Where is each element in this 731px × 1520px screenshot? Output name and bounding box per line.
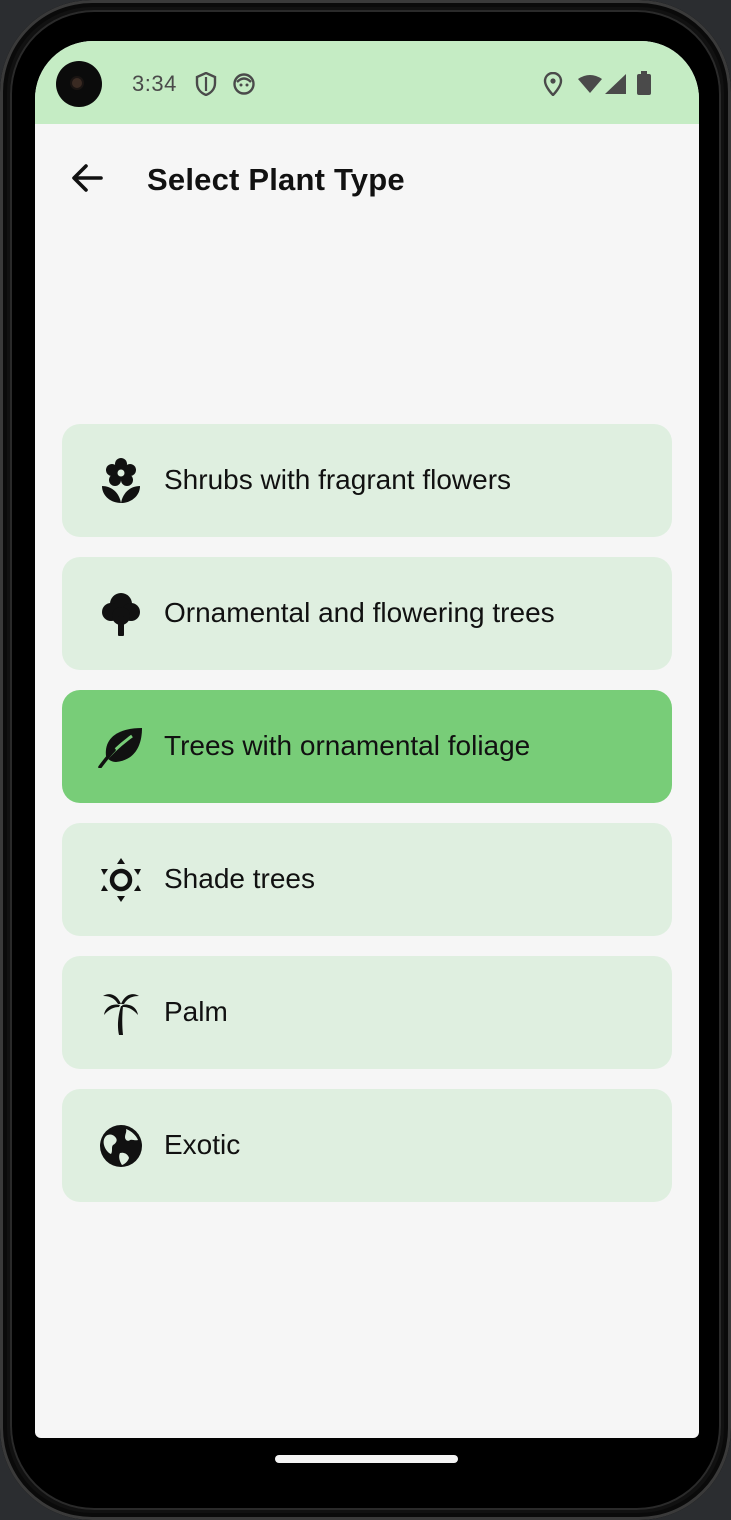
back-button[interactable] [57, 156, 117, 204]
plant-type-palm[interactable]: Palm [62, 956, 672, 1069]
plant-type-label: Shade trees [164, 863, 315, 894]
sun-shade-icon [97, 856, 145, 904]
wifi-icon [577, 74, 603, 99]
battery-icon [637, 71, 651, 100]
arrow-back-icon [67, 158, 107, 203]
flower-icon [97, 457, 145, 505]
screen: 3:34 Select Plant Type Shrubs with fragr… [35, 41, 699, 1438]
plant-type-label: Palm [164, 996, 228, 1027]
front-camera [56, 61, 102, 107]
palm-icon [97, 989, 145, 1037]
shield-icon [195, 71, 217, 101]
plant-type-shade-trees[interactable]: Shade trees [62, 823, 672, 936]
plant-type-label: Ornamental and flowering trees [164, 597, 555, 628]
face-icon [232, 72, 256, 101]
tree-icon [97, 590, 145, 638]
plant-type-label: Trees with ornamental foliage [164, 730, 531, 761]
status-bar: 3:34 [35, 41, 699, 124]
plant-type-label: Exotic [164, 1129, 241, 1160]
app-bar: Select Plant Type [35, 124, 699, 236]
plant-type-ornamental-foliage[interactable]: Trees with ornamental foliage [62, 690, 672, 803]
status-time: 3:34 [132, 71, 177, 96]
home-indicator[interactable] [275, 1455, 458, 1463]
signal-icon [605, 74, 627, 99]
leaf-icon [97, 723, 145, 771]
plant-type-shrubs[interactable]: Shrubs with fragrant flowers [62, 424, 672, 537]
plant-type-label: Shrubs with fragrant flowers [164, 464, 512, 495]
plant-type-exotic[interactable]: Exotic [62, 1089, 672, 1202]
plant-type-ornamental-trees[interactable]: Ornamental and flowering trees [62, 557, 672, 670]
plant-type-list: Shrubs with fragrant flowers Ornamental … [62, 424, 672, 1222]
location-icon [543, 71, 563, 101]
globe-icon [97, 1122, 145, 1170]
page-title: Select Plant Type [147, 162, 405, 197]
